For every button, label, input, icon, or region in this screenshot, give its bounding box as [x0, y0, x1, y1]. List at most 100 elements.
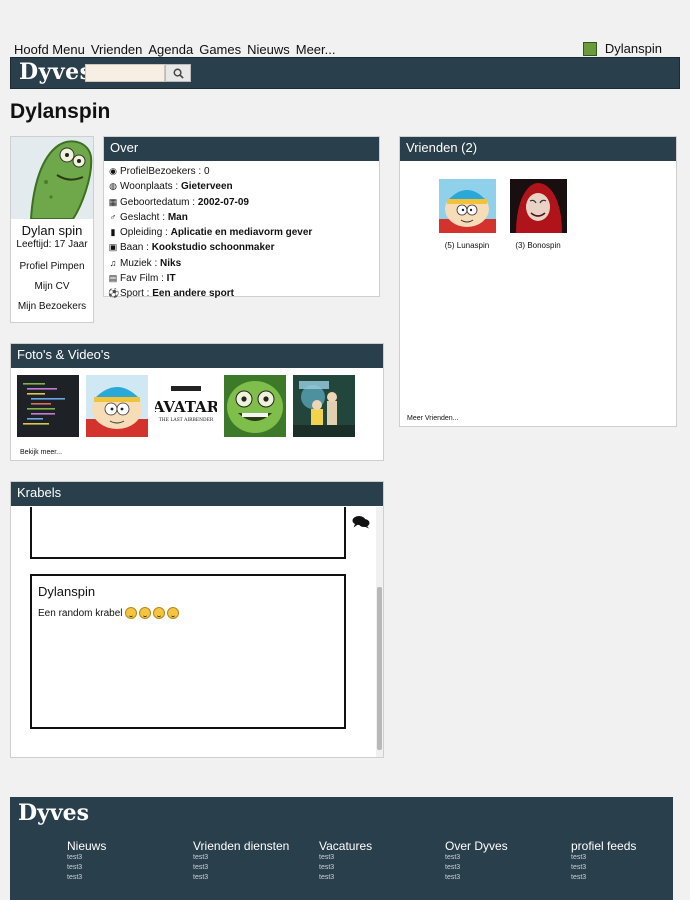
footer: Dyves Nieuws test3 test3 test3 Vrienden … — [10, 797, 673, 900]
vrienden-panel: Vrienden (2) (5) Lunaspin (3) Bonospin M… — [399, 136, 677, 427]
bekijk-meer-link[interactable]: Bekijk meer... — [20, 449, 62, 456]
footer-link[interactable]: test3 — [571, 863, 636, 873]
krabel-post — [30, 507, 346, 559]
photo-thumbnail-cartman[interactable] — [86, 375, 148, 437]
film-icon: ▤ — [108, 273, 118, 284]
nav-item-nieuws[interactable]: Nieuws — [247, 42, 290, 57]
smiley-emoji-icon — [124, 607, 137, 619]
footer-link[interactable]: test3 — [571, 873, 636, 883]
meer-vrienden-link[interactable]: Meer Vrienden... — [407, 415, 459, 422]
friend-avatar — [438, 179, 496, 233]
nav-item-games[interactable]: Games — [199, 42, 241, 57]
footer-column-nieuws: Nieuws test3 test3 test3 — [67, 839, 106, 883]
nav-item-meer[interactable]: Meer... — [296, 42, 336, 57]
over-row-opleiding: ▮ Opleiding : Aplicatie en mediavorm geve… — [108, 225, 375, 240]
vrienden-panel-title: Vrienden (2) — [400, 137, 676, 161]
footer-column-title: Vacatures — [319, 839, 373, 853]
photo-thumbnail-avatar[interactable]: AVATAR THE LAST AIRBENDER — [155, 375, 217, 437]
krabels-scroll-area[interactable]: Dylanspin Een random krabel — [11, 507, 383, 757]
footer-link[interactable]: test3 — [67, 873, 106, 883]
mars-icon: ♂ — [109, 211, 117, 222]
footer-link[interactable]: test3 — [445, 853, 508, 863]
photo-thumbnail-pickle[interactable] — [224, 375, 286, 437]
footer-link[interactable]: test3 — [67, 853, 106, 863]
over-list: ◉ ProfielBezoekers : 0 ◍ Woonplaats : Giet… — [104, 161, 379, 305]
footer-column-vacatures: Vacatures test3 test3 test3 — [319, 839, 372, 883]
user-menu[interactable]: Dylanspin — [582, 41, 662, 56]
over-row-woonplaats: ◍ Woonplaats : Gieterveen — [109, 181, 233, 193]
book-icon: ▮ — [110, 227, 116, 238]
calendar-icon: ▦ — [108, 196, 118, 207]
search-icon — [173, 68, 184, 79]
profile-name: Dylan spin — [21, 223, 83, 238]
avatar-logo-subtitle: THE LAST AIRBENDER — [159, 417, 214, 423]
krabel-post: Dylanspin Een random krabel — [30, 574, 346, 729]
over-row-fav-film: ▤ Fav Film : IT — [108, 273, 176, 285]
footer-link[interactable]: test3 — [193, 853, 289, 863]
krabels-panel: Krabels Dylanspin Een random krabel — [10, 481, 384, 758]
footer-column-vrienden-diensten: Vrienden diensten test3 test3 test3 — [193, 839, 289, 883]
friend-item[interactable]: (3) Bonospin — [509, 179, 567, 250]
krabel-author[interactable]: Dylanspin — [38, 584, 338, 599]
friend-name[interactable]: (3) Bonospin — [509, 241, 567, 250]
over-row-baan: ▣ Baan : Kookstudio schoonmaker — [108, 242, 275, 254]
page-title: Dylanspin — [10, 100, 111, 123]
logo[interactable]: Dyves — [19, 59, 93, 85]
profiel-pimpen-link[interactable]: Profiel Pimpen — [11, 261, 93, 272]
footer-link[interactable]: test3 — [193, 863, 289, 873]
fotos-panel-title: Foto's & Video's — [11, 344, 383, 368]
friends-list: (5) Lunaspin (3) Bonospin — [438, 179, 567, 250]
username-label: Dylanspin — [604, 41, 662, 56]
footer-link[interactable]: test3 — [319, 853, 372, 863]
over-row-visitors: ◉ ProfielBezoekers : 0 — [109, 166, 210, 177]
krabel-text: Een random krabel — [38, 607, 123, 619]
footer-column-profiel-feeds: profiel feeds test3 test3 test3 — [571, 839, 636, 883]
over-panel: Over ◉ ProfielBezoekers : 0 ◍ Woonplaats :… — [103, 136, 380, 299]
profile-age: Leeftijd: 17 Jaar — [16, 239, 88, 250]
over-row-geslacht: ♂ Geslacht : Man — [109, 211, 188, 223]
fotos-panel: Foto's & Video's AVATAR THE LAST AIRBEND… — [10, 343, 384, 461]
footer-column-title: Nieuws — [67, 839, 107, 853]
krabels-panel-title: Krabels — [11, 482, 383, 506]
nav-item-vrienden[interactable]: Vrienden — [91, 42, 143, 57]
user-avatar — [582, 41, 597, 56]
friend-name[interactable]: (5) Lunaspin — [438, 241, 496, 250]
smiley-emoji-icon — [138, 607, 151, 619]
avatar-logo-text: AVATAR — [155, 398, 217, 416]
scrollbar-thumb[interactable] — [377, 587, 382, 750]
footer-column-title: Vrienden diensten — [193, 839, 290, 853]
search-input[interactable] — [85, 64, 165, 82]
friend-avatar — [509, 179, 567, 233]
photo-thumbnails: AVATAR THE LAST AIRBENDER — [17, 375, 355, 437]
footer-link[interactable]: test3 — [445, 873, 508, 883]
footer-logo[interactable]: Dyves — [18, 800, 89, 826]
top-navigation: Hoofd Menu Vrienden Agenda Games Nieuws … — [14, 42, 336, 57]
footer-column-over-dyves: Over Dyves test3 test3 test3 — [445, 839, 508, 883]
footer-link[interactable]: test3 — [445, 863, 508, 873]
over-row-muziek: ♫ Muziek : Niks — [109, 257, 182, 269]
nav-item-agenda[interactable]: Agenda — [148, 42, 193, 57]
footer-link[interactable]: test3 — [67, 863, 106, 873]
friend-item[interactable]: (5) Lunaspin — [438, 179, 496, 250]
music-icon: ♫ — [109, 257, 117, 268]
nav-item-hoofd-menu[interactable]: Hoofd Menu — [14, 42, 85, 57]
photo-thumbnail-code[interactable] — [17, 375, 79, 437]
mijn-cv-link[interactable]: Mijn CV — [11, 281, 93, 292]
over-panel-title: Over — [104, 137, 379, 161]
search-button[interactable] — [165, 64, 191, 82]
money-icon: ▣ — [108, 242, 118, 253]
comments-icon[interactable] — [352, 515, 370, 534]
globe-icon: ◍ — [109, 181, 117, 192]
krabels-scrollbar[interactable] — [376, 507, 383, 757]
eye-icon: ◉ — [109, 166, 117, 176]
footer-column-title: profiel feeds — [571, 839, 637, 853]
footer-link[interactable]: test3 — [319, 863, 372, 873]
footer-link[interactable]: test3 — [319, 873, 372, 883]
over-row-geboortedatum: ▦ Geboortedatum : 2002-07-09 — [108, 196, 249, 208]
footer-link[interactable]: test3 — [571, 853, 636, 863]
footer-column-title: Over Dyves — [445, 839, 508, 853]
photo-thumbnail-rick-and-morty[interactable] — [293, 375, 355, 437]
footer-link[interactable]: test3 — [193, 873, 289, 883]
mijn-bezoekers-link[interactable]: Mijn Bezoekers — [11, 301, 93, 312]
profile-card: Dylan spin Leeftijd: 17 Jaar Profiel Pim… — [10, 136, 94, 323]
